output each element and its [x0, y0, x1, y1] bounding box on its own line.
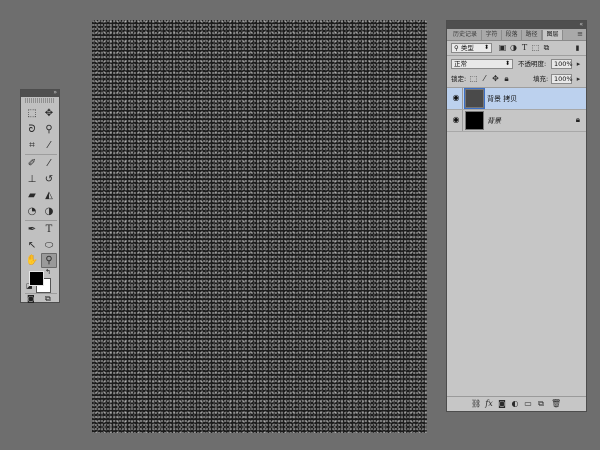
quick-mask-icon[interactable]: ◙	[27, 295, 35, 303]
history-brush-icon[interactable]: ↺	[41, 172, 57, 187]
opacity-field[interactable]: 100%	[551, 59, 573, 69]
divider	[447, 55, 586, 56]
collapse-icon[interactable]: «	[579, 21, 583, 29]
type-icon[interactable]: T	[41, 222, 57, 237]
opacity-label: 不透明度:	[518, 60, 547, 68]
lock-position-icon[interactable]: ✥	[491, 74, 500, 84]
layer-thumbnail	[464, 88, 485, 109]
search-icon: ⚲	[454, 44, 459, 52]
layers-panel-titlebar[interactable]: «	[447, 21, 586, 29]
layers-panel-footer: ⛓ fx ◙ ◐ ▭ ⧉ 🗑︎	[447, 396, 586, 411]
fill-field[interactable]: 100%	[551, 74, 573, 84]
tab-paths[interactable]: 路径	[522, 30, 542, 40]
screen-mode-icon[interactable]: ⧉	[45, 295, 51, 303]
lock-label: 锁定:	[451, 75, 467, 83]
lock-pixels-icon[interactable]: ⁄	[480, 74, 489, 84]
swap-colors-icon[interactable]: ↰	[45, 269, 51, 276]
zoom-icon[interactable]: ⚲	[41, 253, 57, 268]
panel-menu-icon[interactable]: ≡	[577, 30, 583, 38]
foreground-color-swatch[interactable]	[29, 271, 44, 286]
fill-label: 填充:	[533, 75, 549, 83]
lock-all-icon[interactable]: 🔒︎	[502, 74, 511, 84]
tools-divider	[25, 220, 57, 221]
fill-slider-arrow-icon[interactable]: ▸	[574, 74, 583, 84]
blur-icon[interactable]: ◔	[24, 204, 40, 219]
layer-thumbnail	[465, 111, 484, 130]
filter-type-icon[interactable]: T	[520, 43, 529, 53]
opacity-slider-arrow-icon[interactable]: ▸	[574, 59, 583, 69]
filter-pixel-icon[interactable]: ▣	[498, 43, 507, 53]
tab-layers[interactable]: 图层	[542, 30, 563, 40]
tab-history[interactable]: 历史记录	[449, 30, 482, 40]
group-folder-icon[interactable]: ▭	[523, 399, 533, 409]
panel-grip[interactable]	[25, 98, 55, 103]
layer-row-background[interactable]: ◉ 背景 🔒︎	[447, 110, 586, 132]
blend-mode-label: 正常	[454, 60, 467, 68]
dodge-icon[interactable]: ◑	[41, 204, 57, 219]
collapse-icon[interactable]: »	[53, 89, 57, 97]
eye-icon[interactable]: ◉	[451, 115, 461, 125]
filter-adjustment-icon[interactable]: ◑	[509, 43, 518, 53]
tab-paragraph[interactable]: 段落	[502, 30, 522, 40]
filter-kind-label: 类型	[460, 44, 474, 52]
filter-smart-object-icon[interactable]: ⧉	[542, 43, 551, 53]
eyedropper-icon[interactable]: ⁄	[41, 138, 57, 153]
paint-bucket-icon[interactable]: ◭	[41, 188, 57, 203]
link-icon[interactable]: ⛓	[471, 399, 481, 409]
eye-icon[interactable]: ◉	[451, 93, 461, 103]
chevron-down-icon: ⬍	[483, 44, 489, 51]
eraser-icon[interactable]: ▰	[24, 188, 40, 203]
layer-name[interactable]: 背景	[487, 116, 501, 126]
filter-shape-icon[interactable]: ⬚	[531, 43, 540, 53]
divider	[462, 110, 463, 131]
tools-panel-titlebar[interactable]: »	[21, 89, 59, 97]
pen-icon[interactable]: ✒	[24, 222, 40, 237]
brush-icon[interactable]: ⁄	[41, 156, 57, 171]
tools-divider	[25, 154, 57, 155]
mask-icon[interactable]: ◙	[497, 399, 507, 409]
healing-brush-icon[interactable]: ✐	[24, 156, 40, 171]
lock-icon: 🔒︎	[575, 115, 580, 124]
lock-transparency-icon[interactable]: ⬚	[469, 74, 478, 84]
ellipse-shape-icon[interactable]: ⬭	[41, 238, 57, 253]
trash-icon[interactable]: 🗑︎	[551, 399, 561, 409]
divider	[462, 88, 463, 109]
path-selection-icon[interactable]: ↖	[24, 238, 40, 253]
blend-mode-dropdown[interactable]: 正常 ⬍	[451, 59, 513, 69]
lasso-icon[interactable]: ᘐ	[24, 122, 40, 137]
new-layer-icon[interactable]: ⧉	[536, 399, 546, 409]
crop-icon[interactable]: ⌗	[24, 138, 40, 153]
quick-selection-icon[interactable]: ⚲	[41, 122, 57, 137]
move-icon[interactable]: ✥	[41, 106, 57, 121]
layer-name[interactable]: 背景 拷贝	[487, 94, 517, 104]
hand-icon[interactable]: ✋	[24, 253, 40, 268]
rectangular-marquee-icon[interactable]: ⬚	[24, 106, 40, 121]
filter-toggle-icon[interactable]: ▮	[573, 43, 582, 53]
tab-character[interactable]: 字符	[482, 30, 502, 40]
tools-panel: » ⬚ ✥ ᘐ ⚲ ⌗ ⁄ ✐ ⁄ ⊥ ↺ ▰ ◭ ◔ ◑ ✒ T ↖ ⬭ ✋ …	[20, 89, 60, 303]
layer-row-background-copy[interactable]: ◉ 背景 拷贝	[447, 88, 586, 110]
chevron-down-icon: ⬍	[504, 60, 510, 67]
clone-stamp-icon[interactable]: ⊥	[24, 172, 40, 187]
panel-tabs: 历史记录 字符 段落 路径 图层 ≡	[447, 29, 586, 41]
layers-panel: « 历史记录 字符 段落 路径 图层 ≡ ⚲ 类型 ⬍ ▣ ◑ T ⬚ ⧉ ▮ 正…	[446, 20, 587, 412]
adjustment-icon[interactable]: ◐	[510, 399, 520, 409]
filter-kind-dropdown[interactable]: ⚲ 类型 ⬍	[451, 43, 492, 53]
fx-icon[interactable]: fx	[484, 399, 494, 409]
document-canvas-noise[interactable]	[92, 20, 427, 433]
